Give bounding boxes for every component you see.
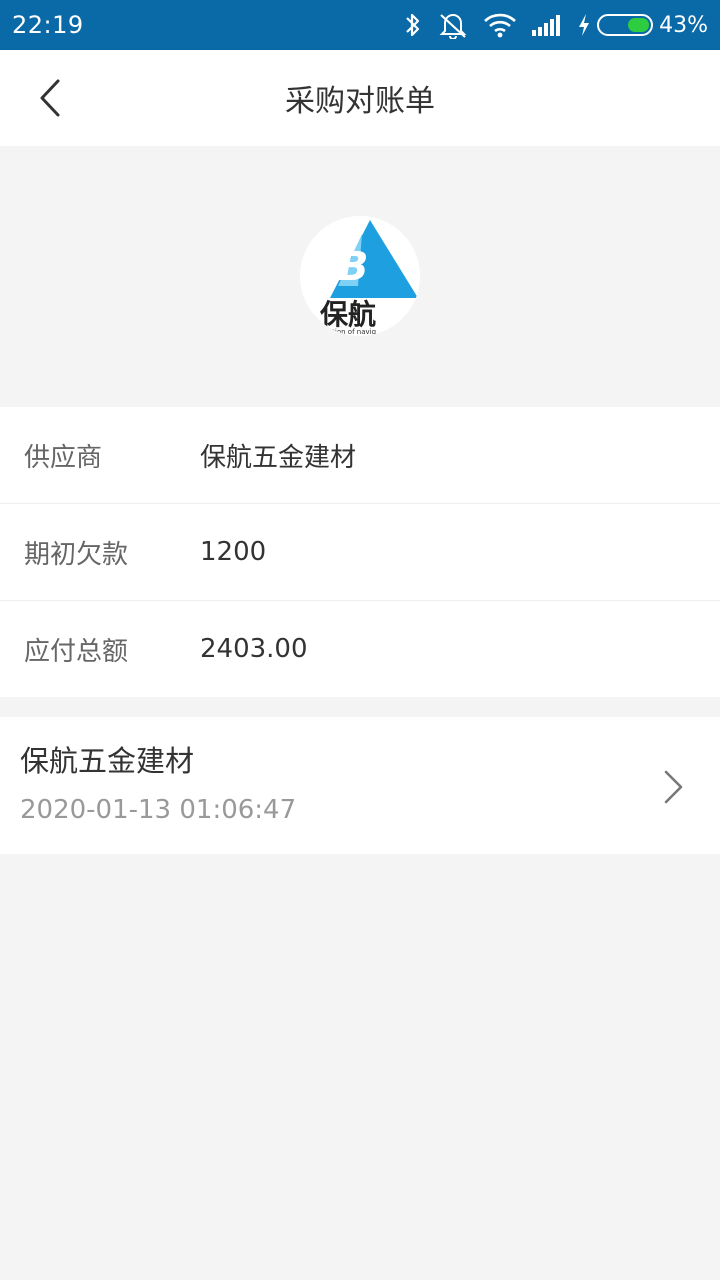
info-row-opening-debt: 期初欠款 1200 xyxy=(0,504,720,601)
supplier-logo: B 保航 ection of navig xyxy=(300,216,420,336)
info-value: 1200 xyxy=(200,537,267,567)
page-title: 采购对账单 xyxy=(285,84,435,119)
logo-tagline: ection of navig xyxy=(324,328,376,336)
chevron-left-icon xyxy=(40,79,60,117)
info-label: 供应商 xyxy=(24,442,103,473)
record-title: 保航五金建材 xyxy=(20,744,195,778)
battery-icon xyxy=(597,14,654,36)
battery-fill xyxy=(628,18,650,32)
list-item[interactable]: 保航五金建材 2020-01-13 01:06:47 xyxy=(0,717,720,854)
logo-text: 保航 xyxy=(320,298,376,331)
info-label: 期初欠款 xyxy=(24,539,129,570)
record-time: 2020-01-13 01:06:47 xyxy=(20,795,297,825)
info-row-total-payable: 应付总额 2403.00 xyxy=(0,601,720,697)
signal-icon xyxy=(532,15,561,36)
info-row-supplier: 供应商 保航五金建材 xyxy=(0,407,720,504)
wifi-icon xyxy=(484,13,516,38)
chevron-right-icon xyxy=(664,770,683,804)
logo-letter: B xyxy=(338,244,369,290)
battery-indicator: 43% xyxy=(577,13,708,38)
battery-percent: 43% xyxy=(659,12,708,38)
status-bar: 22:19 43% xyxy=(0,0,720,50)
nav-bar: 采购对账单 xyxy=(0,50,720,146)
info-value: 保航五金建材 xyxy=(200,442,357,473)
info-label: 应付总额 xyxy=(24,636,129,667)
charging-icon xyxy=(579,14,590,36)
info-card: 供应商 保航五金建材 期初欠款 1200 应付总额 2403.00 xyxy=(0,407,720,697)
logo-area: B 保航 ection of navig xyxy=(0,146,720,406)
status-icons: 43% xyxy=(403,11,708,39)
bluetooth-icon xyxy=(406,13,420,37)
company-logo-image: B 保航 ection of navig xyxy=(320,220,418,336)
mute-icon xyxy=(439,14,467,39)
back-button[interactable] xyxy=(24,72,76,124)
status-time: 22:19 xyxy=(12,11,84,39)
info-value: 2403.00 xyxy=(200,634,308,664)
